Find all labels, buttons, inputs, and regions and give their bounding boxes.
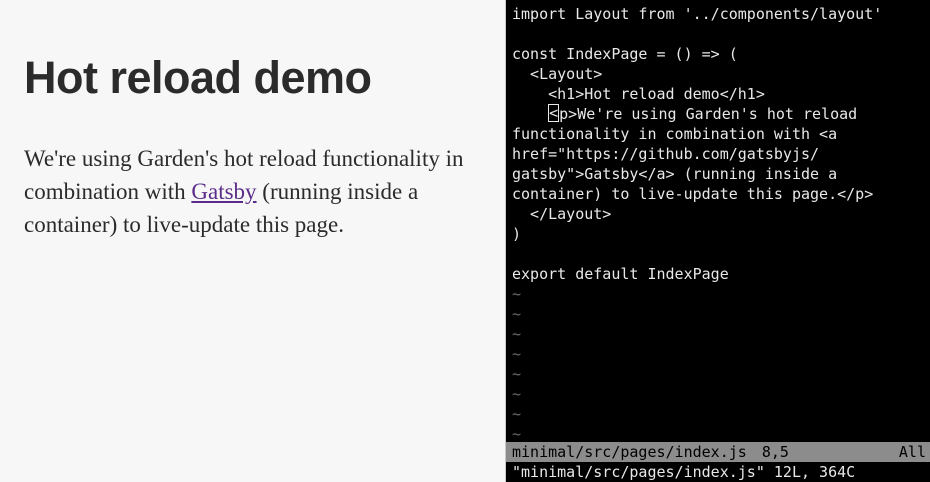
screen: Hot reload demo We're using Garden's hot… [0,0,930,482]
code-line: functionality in combination with <a [512,125,838,143]
empty-line-marker: ~ [512,365,522,383]
code-line: <h1>Hot reload demo</h1> [512,85,765,103]
empty-line-marker: ~ [512,385,522,403]
code-line: import Layout from '../components/layout… [512,5,883,23]
empty-line-marker: ~ [512,405,522,423]
page-title: Hot reload demo [24,52,372,103]
cursor-line-indent [512,105,548,123]
empty-line-marker: ~ [512,345,522,363]
empty-line-marker: ~ [512,325,522,343]
code-line-with-cursor: <p>We're using Garden's hot reload [512,104,930,124]
gatsby-link[interactable]: Gatsby [191,179,256,204]
code-line: export default IndexPage [512,265,729,283]
empty-line-marker: ~ [512,425,522,443]
code-line: const IndexPage = () => ( [512,45,738,63]
code-line: ) [512,225,522,243]
code-line: href="https://github.com/gatsbyjs/ [512,145,820,163]
code-line: container) to live-update this page.</p> [512,185,874,203]
status-spacer [789,442,899,462]
cursor-line-rest: p>We're using Garden's hot reload [559,105,858,123]
vim-terminal[interactable]: import Layout from '../components/layout… [506,0,930,482]
vim-message-line: "minimal/src/pages/index.js" 12L, 364C [512,463,856,481]
empty-line-marker: ~ [512,285,522,303]
status-scroll-indicator: All [898,443,926,461]
code-line: gatsby">Gatsby</a> (running inside a [512,165,838,183]
empty-line-marker: ~ [512,305,522,323]
status-cursor-position: 8,5 [761,443,789,461]
vim-status-line: minimal/src/pages/index.js 8,5 All [506,442,930,462]
text-cursor: < [548,104,560,122]
code-buffer[interactable]: import Layout from '../components/layout… [512,4,930,444]
code-line: <Layout> [512,65,603,83]
page-paragraph: We're using Garden's hot reload function… [24,142,472,241]
code-line: </Layout> [512,205,612,223]
status-filename: minimal/src/pages/index.js [512,443,747,461]
browser-page: Hot reload demo We're using Garden's hot… [0,0,505,482]
